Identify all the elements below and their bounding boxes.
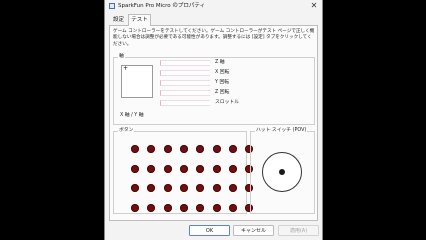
button-indicator-20: [179, 184, 188, 192]
axis-label: X 回転: [215, 70, 230, 75]
window-title: SparkFun Pro Micro のプロパティ: [118, 3, 206, 9]
button-indicator-18: [147, 184, 156, 192]
button-indicator-11: [163, 164, 172, 173]
pov-center-dot: [279, 169, 285, 175]
axis-bar: [160, 90, 210, 96]
buttons-group: ボタン: [113, 128, 254, 214]
button-indicator-10: [147, 164, 156, 173]
close-icon[interactable]: ✕: [308, 0, 320, 11]
buttons-group-label: ボタン: [118, 128, 135, 134]
test-description: ゲーム コントローラーをテストしてください。ゲーム コントローラーがテスト ペー…: [113, 29, 315, 47]
button-indicator-3: [163, 145, 172, 153]
ok-button[interactable]: OK: [189, 225, 230, 236]
button-indicator-2: [147, 145, 156, 153]
tab-strip: 設定 テスト: [109, 14, 320, 26]
xy-axis-label: X 軸 / Y 軸: [120, 113, 144, 118]
button-indicator-26: [147, 203, 156, 212]
button-indicator-28: [179, 203, 188, 212]
tab-settings[interactable]: 設定: [109, 16, 128, 25]
game-controller-icon: [109, 3, 115, 9]
button-indicator-6: [212, 145, 221, 153]
hat-switch-group-label: ハット スイッチ (POV): [255, 128, 308, 134]
button-indicator-1: [131, 145, 139, 153]
axis-bar: [160, 80, 210, 86]
button-indicator-17: [131, 184, 139, 192]
axis-bar: [160, 100, 210, 106]
tab-test[interactable]: テスト: [128, 14, 151, 26]
button-indicator-19: [163, 184, 172, 192]
properties-dialog: SparkFun Pro Micro のプロパティ ✕ 設定 テスト ゲーム コ…: [104, 0, 323, 240]
button-indicator-5: [196, 145, 205, 153]
button-indicator-30: [212, 203, 221, 212]
button-indicator-21: [196, 184, 205, 192]
axis-label: Z 軸: [215, 60, 225, 65]
cancel-button[interactable]: キャンセル: [233, 225, 274, 236]
button-indicator-13: [196, 164, 205, 173]
button-indicator-12: [179, 164, 188, 173]
button-indicator-23: [228, 184, 237, 192]
button-indicator-15: [228, 164, 237, 173]
pov-indicator: [262, 152, 302, 192]
axis-label: Y 回転: [215, 80, 230, 85]
axis-bar: [160, 60, 210, 66]
crosshair-icon: +: [123, 65, 129, 72]
button-indicator-7: [228, 145, 237, 153]
button-indicator-22: [212, 184, 221, 192]
title-bar[interactable]: SparkFun Pro Micro のプロパティ ✕: [105, 0, 322, 12]
button-indicator-4: [179, 145, 188, 153]
axes-group: 軸 + X 軸 / Y 軸 Z 軸 X 回転 Y 回転 Z 回転 スロットル: [113, 54, 315, 125]
apply-button[interactable]: 適用(A): [278, 225, 319, 236]
xy-axis-display: +: [121, 65, 153, 98]
button-indicator-27: [163, 203, 172, 212]
axes-group-label: 軸: [118, 54, 125, 60]
button-indicator-9: [131, 164, 139, 173]
button-indicator-14: [212, 164, 221, 173]
axis-bar: [160, 70, 210, 76]
button-indicator-29: [196, 203, 205, 212]
hat-switch-group: ハット スイッチ (POV): [250, 128, 315, 214]
test-tab-panel: ゲーム コントローラーをテストしてください。ゲーム コントローラーがテスト ペー…: [109, 25, 318, 221]
axis-label: スロットル: [215, 100, 239, 105]
button-indicator-25: [131, 203, 139, 212]
button-indicator-31: [228, 203, 237, 212]
axis-label: Z 回転: [215, 90, 230, 95]
